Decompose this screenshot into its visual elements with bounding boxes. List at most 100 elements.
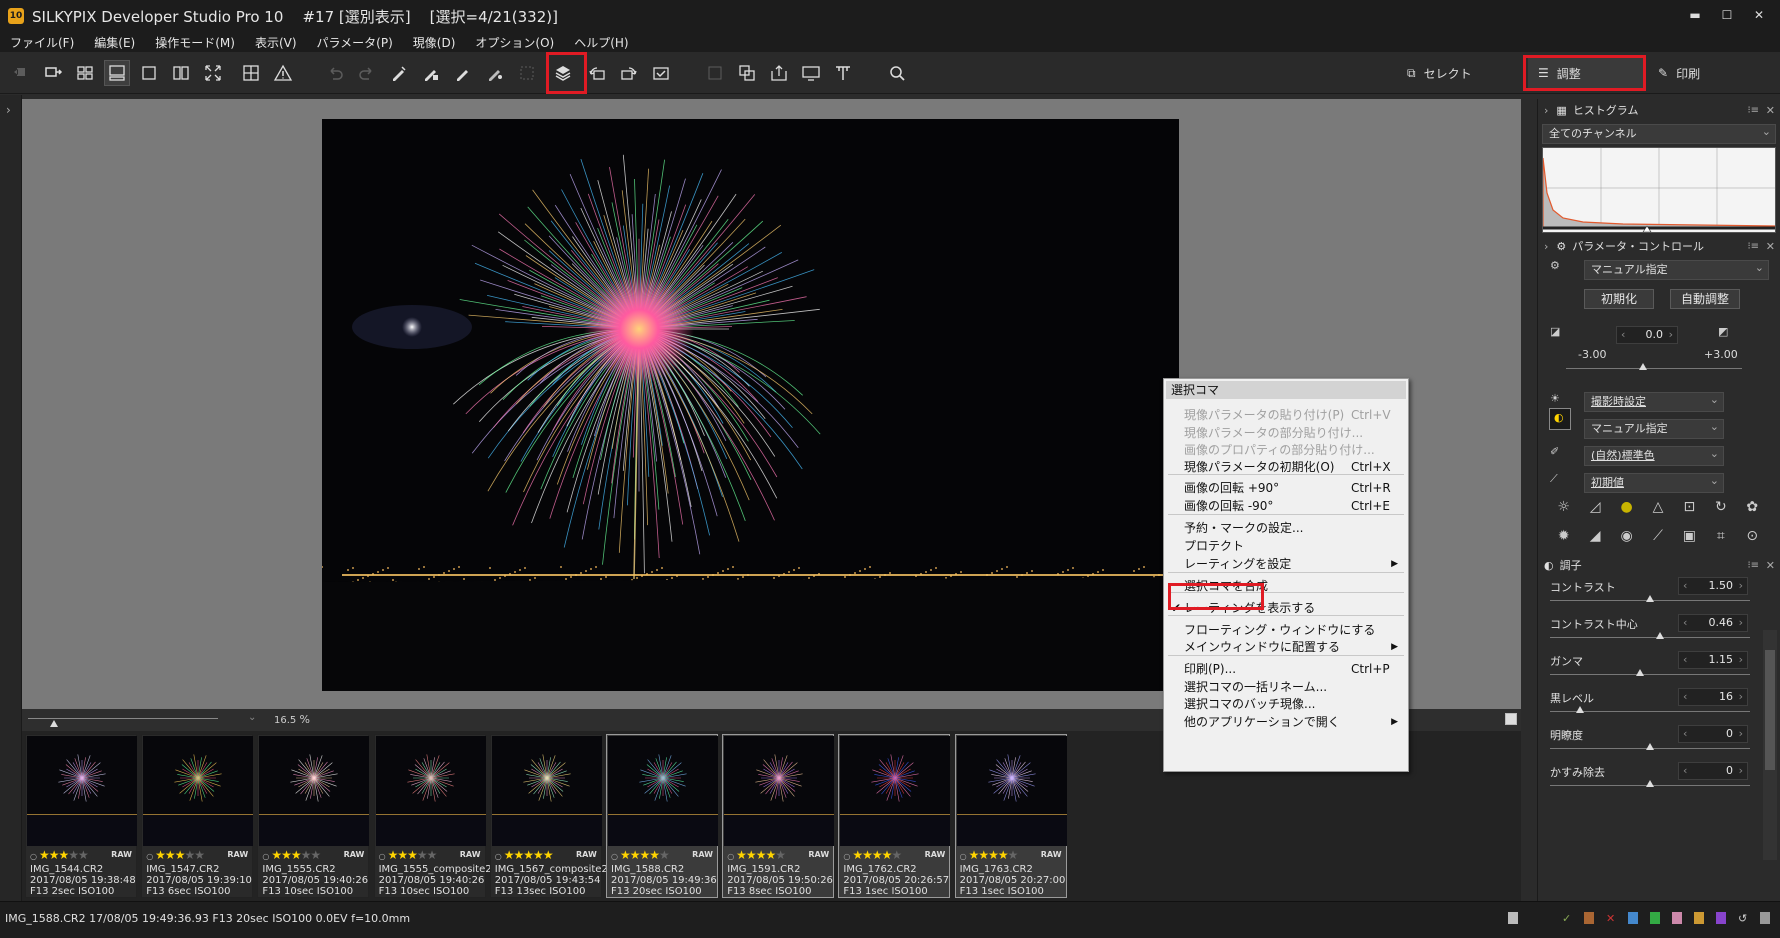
panel-menu-icon[interactable]: ⁝≡ (1747, 105, 1759, 116)
composite-status-icon[interactable] (1508, 912, 1518, 924)
tone-row-input[interactable]: 0 (1678, 762, 1748, 780)
menu-file[interactable]: ファイル(F) (0, 34, 84, 51)
tool-rotate-icon[interactable]: ↻ (1705, 499, 1736, 520)
left-panel-collapsed[interactable]: › (0, 95, 22, 901)
rating-stars[interactable]: ○ ★★★★★ (727, 848, 786, 862)
menu-mode[interactable]: 操作モード(M) (145, 34, 245, 51)
rotate-left-icon[interactable] (584, 60, 610, 86)
tone-row-slider-handle[interactable] (1656, 632, 1664, 639)
zoom-slider[interactable] (28, 718, 218, 719)
search-icon[interactable] (884, 60, 910, 86)
tool-spot-icon[interactable]: ▣ (1674, 528, 1705, 549)
reject-mark-icon[interactable]: ✕ (1606, 912, 1616, 925)
filmstrip-thumbnail[interactable]: ○ ★★★★★ RAW IMG_1555.CR2 2017/08/05 19:40:26… (257, 734, 370, 898)
trash-icon[interactable] (1760, 912, 1770, 924)
histogram-header[interactable]: › ▦ ヒストグラム ⁝≡ ✕ (1538, 99, 1780, 121)
rating-stars[interactable]: ○ ★★★★★ (611, 848, 670, 862)
tool-icon[interactable] (830, 60, 856, 86)
mode-print-tab[interactable]: ✎ 印刷 (1648, 56, 1768, 90)
paste-params-icon[interactable] (418, 60, 444, 86)
tone-row-input[interactable]: 0 (1678, 725, 1748, 743)
menu-edit[interactable]: 編集(E) (84, 34, 145, 51)
tone-row-input[interactable]: 16 (1678, 688, 1748, 706)
close-button[interactable]: ✕ (1744, 4, 1774, 26)
right-panel-scrollbar[interactable] (1763, 630, 1777, 860)
tone-row-slider-handle[interactable] (1636, 669, 1644, 676)
rating-stars[interactable]: ○ ★★★★★ (146, 848, 205, 862)
tone-header[interactable]: ◐ 調子 ⁝≡ ✕ (1538, 554, 1780, 576)
undo-mark-icon[interactable]: ↺ (1738, 912, 1748, 925)
rating-stars[interactable]: ○ ★★★★★ (495, 848, 554, 862)
filmstrip-thumbnail[interactable]: ○ ★★★★★ RAW IMG_1588.CR2 2017/08/05 19:49:36… (606, 734, 718, 898)
param-mode-select[interactable]: マニュアル指定 (1584, 259, 1769, 280)
exposure-slider-handle[interactable] (1639, 363, 1647, 370)
context-menu-item[interactable]: 予約・マークの設定... (1164, 518, 1408, 538)
filmstrip-thumbnail[interactable]: ○ ★★★★★ RAW IMG_1567_composite20 2017/08/05 … (489, 734, 614, 898)
tone-row-slider-handle[interactable] (1646, 595, 1654, 602)
tool-eye-icon[interactable]: ◉ (1611, 528, 1642, 549)
crop-select-icon[interactable] (514, 60, 540, 86)
histogram-close-icon[interactable]: ✕ (1766, 104, 1775, 117)
menu-parameter[interactable]: パラメータ(P) (307, 34, 403, 51)
context-menu-item[interactable]: 他のアプリケーションで開く ▶ (1164, 712, 1408, 732)
exposure-auto-icon[interactable]: ◩ (1718, 325, 1736, 343)
wb-select[interactable]: 撮影時設定 (1584, 391, 1724, 412)
paste-property-icon[interactable] (482, 60, 508, 86)
tone-close-icon[interactable]: ✕ (1766, 559, 1775, 572)
exposure-input[interactable]: 0.0 (1616, 326, 1678, 344)
rating-stars[interactable]: ○ ★★★★★ (843, 848, 902, 862)
develop-icon[interactable] (702, 60, 728, 86)
fit-toggle-icon[interactable] (1505, 713, 1517, 725)
color-select[interactable]: (自然)標準色 (1584, 445, 1724, 466)
warning-icon[interactable] (270, 60, 296, 86)
display-icon[interactable] (798, 60, 824, 86)
maximize-button[interactable]: ☐ (1712, 4, 1742, 26)
zoom-dropdown-icon[interactable]: ⌄ (248, 712, 256, 723)
histogram-chevron-icon[interactable]: › (1544, 104, 1548, 117)
tool-curve-icon[interactable]: ◿ (1579, 499, 1610, 520)
tool-triangle-icon[interactable]: △ (1642, 499, 1673, 520)
filmstrip-thumbnail[interactable]: ○ ★★★★★ RAW IMG_1544.CR2 2017/08/05 19:38:48… (25, 734, 137, 898)
context-menu-item[interactable]: メインウィンドウに配置する ▶ (1164, 637, 1408, 657)
redo-icon[interactable] (354, 60, 380, 86)
context-menu-item[interactable]: プロテクト (1164, 536, 1408, 556)
tool-brush-icon[interactable]: ⟋ (1642, 528, 1673, 549)
tone-mode-select[interactable]: マニュアル指定 (1584, 418, 1724, 439)
tool-frame-icon[interactable]: ⊡ (1674, 499, 1705, 520)
context-menu-item[interactable]: 現像パラメータの貼り付け(P) Ctrl+V (1164, 405, 1408, 425)
tool-sun-icon[interactable]: ☼ (1548, 499, 1579, 520)
single-view-icon[interactable] (136, 60, 162, 86)
context-menu-item[interactable]: レーティングを設定 ▶ (1164, 554, 1408, 574)
edit-mark-icon[interactable] (1584, 912, 1594, 924)
menu-option[interactable]: オプション(O) (465, 34, 564, 51)
tone-row-input[interactable]: 0.46 (1678, 614, 1748, 632)
rating-stars[interactable]: ○ ★★★★★ (262, 848, 321, 862)
tool-hsl-icon[interactable]: ✿ (1737, 499, 1768, 520)
blue-label-icon[interactable] (1628, 912, 1638, 924)
purple-label-icon[interactable] (1716, 912, 1726, 924)
param-chevron-icon[interactable]: › (1544, 240, 1548, 253)
ok-mark-icon[interactable]: ✓ (1562, 912, 1572, 925)
zoom-slider-handle[interactable] (50, 720, 58, 727)
tone-row-input[interactable]: 1.50 (1678, 577, 1748, 595)
filmstrip-thumbnail[interactable]: ○ ★★★★★ RAW IMG_1555_composite20 2017/08/05 … (373, 734, 498, 898)
context-menu-item[interactable]: 印刷(P)... Ctrl+P (1164, 659, 1408, 679)
context-menu-item[interactable]: 画像の回転 +90° Ctrl+R (1164, 478, 1408, 498)
rating-stars[interactable]: ○ ★★★★★ (960, 848, 1019, 862)
expand-chevron-icon[interactable]: › (6, 103, 11, 117)
tone-row-slider[interactable] (1550, 674, 1750, 675)
green-label-icon[interactable] (1650, 912, 1660, 924)
reset-button[interactable]: 初期化 (1584, 289, 1654, 309)
copy-params-icon[interactable] (386, 60, 412, 86)
mode-select-tab[interactable]: ⧉ セレクト (1397, 56, 1527, 90)
histogram-channel-select[interactable]: 全てのチャンネル (1542, 123, 1776, 144)
compare-view-icon[interactable] (168, 60, 194, 86)
fullscreen-icon[interactable] (200, 60, 226, 86)
context-menu-item[interactable]: 選択コマのバッチ現像... (1164, 694, 1408, 714)
tool-noise-icon[interactable]: ✹ (1548, 528, 1579, 549)
tone-row-input[interactable]: 1.15 (1678, 651, 1748, 669)
minimize-button[interactable]: ▬ (1680, 4, 1710, 26)
batch-develop-icon[interactable] (734, 60, 760, 86)
grid-view-icon[interactable] (72, 60, 98, 86)
scrollbar-thumb[interactable] (1765, 650, 1775, 770)
